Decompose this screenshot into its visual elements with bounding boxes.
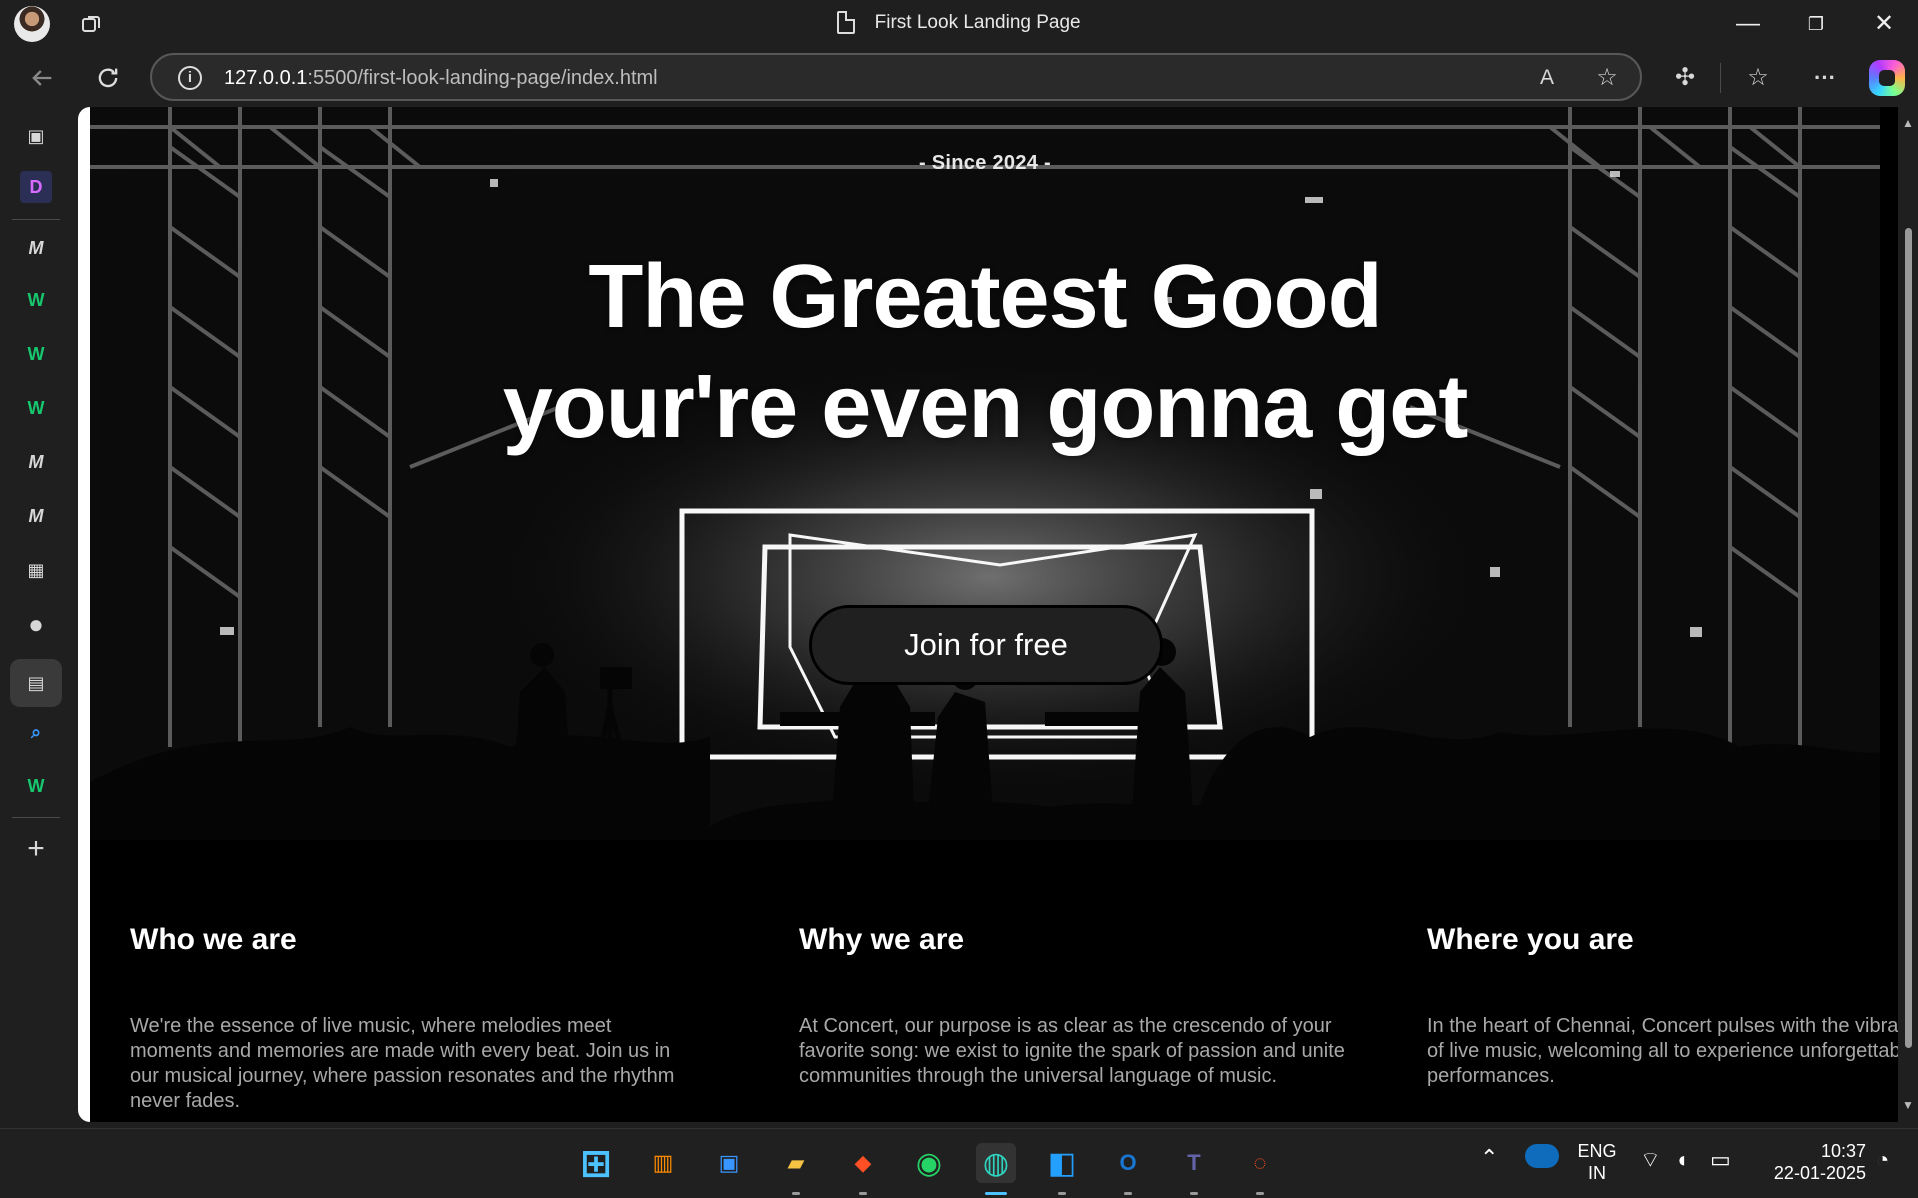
where-you-are-title: Where you are (1427, 923, 1634, 956)
refresh-icon (98, 68, 118, 88)
copilot-icon[interactable] (1869, 60, 1905, 96)
sidebar-item-page[interactable]: ▤ (10, 659, 62, 707)
start-icon[interactable]: ⊞ (576, 1143, 616, 1185)
outlook-icon[interactable]: O (1108, 1143, 1148, 1183)
widgets-icon[interactable]: ▣ (709, 1143, 749, 1183)
volume-icon[interactable]: ◖ (1675, 1149, 1688, 1171)
viewport-left-edge (78, 107, 90, 1122)
restore-button[interactable]: ❐ (1790, 7, 1842, 41)
url-path: :5500/first-look-landing-page/index.html (307, 67, 658, 89)
store-icon[interactable]: ▥ (643, 1143, 683, 1183)
tab-actions-icon[interactable]: ▣ (20, 120, 52, 152)
running-indicator (1256, 1192, 1264, 1195)
sidebar-item-m1[interactable]: M (20, 232, 52, 264)
sidebar-divider-bottom (12, 817, 60, 818)
concert-stage-image (90, 107, 1880, 840)
since-label: - Since 2024 - (918, 152, 1052, 174)
scroll-down-icon[interactable]: ▼ (1902, 1099, 1914, 1111)
window-title: First Look Landing Page (874, 11, 1081, 33)
file-explorer-icon[interactable]: ▰ (776, 1143, 816, 1183)
language-code: ENG (1577, 1141, 1617, 1161)
clock-time: 10:37 (1820, 1141, 1866, 1161)
active-indicator (985, 1192, 1007, 1195)
running-indicator (859, 1192, 867, 1195)
sidebar-item-w3[interactable]: W (20, 392, 52, 424)
browser-titlebar: First Look Landing Page — ❐ ✕ (0, 0, 1918, 48)
windows-taskbar: ⊞ ▥ ▣ ▰ ◆ ◉ ◍ ◧ O T ◌ ⌃ ENG IN ⌔ ◖ ▭ 10:… (0, 1128, 1918, 1198)
why-we-are-title: Why we are (799, 923, 965, 956)
edge-icon[interactable]: ◍ (976, 1143, 1016, 1183)
sidebar-item-d[interactable]: D (20, 171, 52, 203)
who-we-are-title: Who we are (130, 923, 297, 956)
close-button[interactable]: ✕ (1858, 7, 1910, 41)
window-title-wrap: First Look Landing Page (0, 11, 1918, 34)
running-indicator (792, 1192, 800, 1195)
more-menu-icon[interactable]: ··· (1805, 58, 1845, 98)
reload-button[interactable] (86, 56, 130, 100)
clock[interactable]: 10:37 22-01-2025 (1758, 1140, 1866, 1184)
wifi-icon[interactable]: ⌔ (1640, 1149, 1661, 1171)
onedrive-icon[interactable] (1525, 1144, 1559, 1168)
sidebar-item-m3[interactable]: M (20, 500, 52, 532)
battery-icon[interactable]: ▭ (1710, 1149, 1731, 1171)
teams-icon[interactable]: T (1174, 1143, 1214, 1183)
running-indicator (1058, 1192, 1066, 1195)
tray-overflow-icon[interactable]: ⌃ (1480, 1147, 1498, 1169)
browser-toolbar: i 127.0.0.1:5500/first-look-landing-page… (0, 48, 1918, 107)
scroll-thumb[interactable] (1905, 228, 1912, 1048)
extensions-puzzle-icon[interactable]: ✣ (1665, 58, 1705, 98)
sidebar-item-github[interactable]: ● (20, 608, 52, 640)
url-host: 127.0.0.1 (224, 67, 308, 89)
why-we-are-text: At Concert, our purpose is as clear as t… (799, 1015, 1345, 1087)
hero-headline-line-1: The Greatest Good (588, 247, 1382, 347)
favorite-star-icon[interactable]: ☆ (1592, 63, 1622, 93)
hero-headline: The Greatest Good your're even gonna get (420, 242, 1550, 462)
language-indicator[interactable]: ENG IN (1576, 1140, 1618, 1184)
sidebar-item-calendar[interactable]: ▦ (20, 554, 52, 586)
read-aloud-icon[interactable]: A (1532, 63, 1562, 93)
hero-headline-line-2: your're even gonna get (502, 357, 1469, 457)
where-you-are-text: In the heart of Chennai, Concert pulses … (1427, 1015, 1898, 1087)
sidebar-item-w4[interactable]: W (20, 770, 52, 802)
screen: First Look Landing Page — ❐ ✕ i 127.0.0.… (0, 0, 1918, 1198)
region-code: IN (1588, 1163, 1606, 1183)
site-info-icon[interactable]: i (178, 66, 202, 90)
who-we-are-text: We're the essence of live music, where m… (130, 1015, 675, 1112)
sidebar-add-button[interactable]: + (20, 832, 52, 865)
favorites-icon[interactable]: ☆ (1738, 58, 1778, 98)
running-indicator (1124, 1192, 1132, 1195)
minimize-button[interactable]: — (1722, 7, 1774, 41)
sidebar-item-w2[interactable]: W (20, 338, 52, 370)
page-document-icon (837, 11, 856, 34)
clock-date: 22-01-2025 (1773, 1163, 1866, 1183)
sidebar-item-m2[interactable]: M (20, 446, 52, 478)
brave-icon[interactable]: ◆ (843, 1143, 883, 1183)
browser-sidebar: ▣ D M W W W M M ▦ ● ▤ ⌕ W + (0, 107, 72, 1127)
notifications-icon[interactable]: ◔ (1876, 1149, 1889, 1171)
about-section: Who we are We're the essence of live mus… (90, 840, 1898, 1122)
figma-icon[interactable]: ◌ (1240, 1143, 1280, 1183)
address-bar[interactable]: i 127.0.0.1:5500/first-look-landing-page… (150, 53, 1642, 101)
back-button[interactable] (20, 56, 64, 100)
web-page-viewport: - Since 2024 - The Greatest Good your're… (78, 107, 1898, 1122)
arrow-left-icon (32, 70, 52, 86)
vscode-icon[interactable]: ◧ (1042, 1143, 1082, 1183)
sidebar-item-w1[interactable]: W (20, 284, 52, 316)
hero-section: - Since 2024 - The Greatest Good your're… (90, 107, 1880, 840)
join-for-free-button[interactable]: Join for free (809, 605, 1163, 685)
toolbar-divider (1720, 63, 1721, 93)
whatsapp-icon[interactable]: ◉ (909, 1143, 949, 1183)
running-indicator (1190, 1192, 1198, 1195)
sidebar-item-search[interactable]: ⌕ (20, 716, 52, 748)
page-scrollbar[interactable]: ▲ ▼ (1898, 107, 1918, 1122)
url-text[interactable]: 127.0.0.1:5500/first-look-landing-page/i… (224, 67, 658, 90)
sidebar-divider-top (12, 219, 60, 220)
scroll-up-icon[interactable]: ▲ (1902, 117, 1914, 129)
